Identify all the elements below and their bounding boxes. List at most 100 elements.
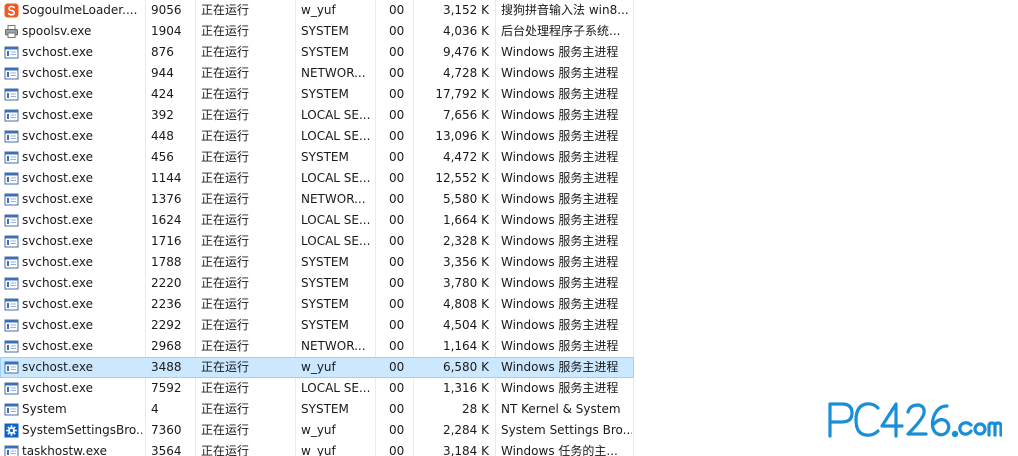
process-cpu: 00	[389, 255, 405, 269]
process-cpu: 00	[389, 150, 405, 164]
process-name: svchost.exe	[22, 255, 93, 269]
process-pid: 1788	[151, 255, 182, 269]
process-status: 正在运行	[201, 150, 250, 164]
process-table: SogouImeLoader.... 9056 正在运行 w_yuf 00 3,152 K…	[0, 0, 634, 456]
process-description: Windows 服务主进程	[501, 45, 619, 59]
process-pid: 7592	[151, 381, 182, 395]
table-row[interactable]: svchost.exe 3488 正在运行 w_yuf 00 6,580 K Windows…	[0, 357, 634, 378]
table-row[interactable]: svchost.exe 1788 正在运行 SYSTEM 00 3,356 K Window…	[0, 252, 634, 273]
table-row[interactable]: svchost.exe 2220 正在运行 SYSTEM 00 3,780 K Window…	[0, 273, 634, 294]
process-user: LOCAL SE...	[301, 129, 371, 143]
process-user: LOCAL SE...	[301, 171, 371, 185]
process-description: Windows 服务主进程	[501, 276, 619, 290]
service-window-icon	[4, 108, 19, 123]
table-row[interactable]: svchost.exe 448 正在运行 LOCAL SE... 00 13,096 K W…	[0, 126, 634, 147]
process-user: SYSTEM	[301, 402, 349, 416]
table-row[interactable]: SogouImeLoader.... 9056 正在运行 w_yuf 00 3,152 K…	[0, 0, 634, 21]
process-pid: 1624	[151, 213, 182, 227]
service-window-icon	[4, 45, 19, 60]
process-description: Windows 任务的主...	[501, 444, 618, 456]
process-pid: 7360	[151, 423, 182, 437]
process-cpu: 00	[389, 213, 405, 227]
table-row[interactable]: svchost.exe 392 正在运行 LOCAL SE... 00 7,656 K Wi…	[0, 105, 634, 126]
process-memory: 3,152 K	[442, 3, 489, 17]
process-description: Windows 服务主进程	[501, 150, 619, 164]
process-user: w_yuf	[301, 423, 336, 437]
table-row[interactable]: taskhostw.exe 3564 正在运行 w_yuf 00 3,184 K Windo…	[0, 441, 634, 456]
process-status: 正在运行	[201, 108, 250, 122]
process-user: w_yuf	[301, 360, 336, 374]
process-status: 正在运行	[201, 360, 250, 374]
process-pid: 1376	[151, 192, 182, 206]
process-name: svchost.exe	[22, 318, 93, 332]
table-row[interactable]: svchost.exe 7592 正在运行 LOCAL SE... 00 1,316 K W…	[0, 378, 634, 399]
process-user: SYSTEM	[301, 297, 349, 311]
process-pid: 3488	[151, 360, 182, 374]
table-row[interactable]: svchost.exe 2968 正在运行 NETWOR... 00 1,164 K Win…	[0, 336, 634, 357]
process-user: SYSTEM	[301, 45, 349, 59]
process-status: 正在运行	[201, 444, 250, 456]
process-name: svchost.exe	[22, 87, 93, 101]
printer-icon	[4, 24, 19, 39]
process-pid: 392	[151, 108, 174, 122]
table-row[interactable]: svchost.exe 456 正在运行 SYSTEM 00 4,472 K Windows…	[0, 147, 634, 168]
service-window-icon	[4, 444, 19, 456]
process-description: Windows 服务主进程	[501, 171, 619, 185]
process-cpu: 00	[389, 381, 405, 395]
table-row[interactable]: spoolsv.exe 1904 正在运行 SYSTEM 00 4,036 K 后台处理程序…	[0, 21, 634, 42]
sogou-ime-icon	[4, 3, 19, 18]
process-status: 正在运行	[201, 297, 250, 311]
process-cpu: 00	[389, 297, 405, 311]
process-name: svchost.exe	[22, 213, 93, 227]
service-window-icon	[4, 66, 19, 81]
service-window-icon	[4, 297, 19, 312]
process-pid: 448	[151, 129, 174, 143]
process-user: LOCAL SE...	[301, 381, 371, 395]
table-row[interactable]: svchost.exe 944 正在运行 NETWOR... 00 4,728 K Wind…	[0, 63, 634, 84]
process-memory: 4,036 K	[442, 24, 489, 38]
process-description: Windows 服务主进程	[501, 339, 619, 353]
table-row[interactable]: svchost.exe 876 正在运行 SYSTEM 00 9,476 K Windows…	[0, 42, 634, 63]
table-row[interactable]: System 4 正在运行 SYSTEM 00 28 K NT Kernel & Syste…	[0, 399, 634, 420]
process-status: 正在运行	[201, 171, 250, 185]
process-description: Windows 服务主进程	[501, 297, 619, 311]
process-name: SystemSettingsBro...	[22, 423, 142, 437]
service-window-icon	[4, 213, 19, 228]
service-window-icon	[4, 360, 19, 375]
table-row[interactable]: svchost.exe 424 正在运行 SYSTEM 00 17,792 K Window…	[0, 84, 634, 105]
task-manager-details: SogouImeLoader.... 9056 正在运行 w_yuf 00 3,152 K…	[0, 0, 1018, 456]
table-row[interactable]: svchost.exe 1376 正在运行 NETWOR... 00 5,580 K Win…	[0, 189, 634, 210]
process-name: svchost.exe	[22, 129, 93, 143]
process-cpu: 00	[389, 171, 405, 185]
table-row[interactable]: svchost.exe 1716 正在运行 LOCAL SE... 00 2,328 K W…	[0, 231, 634, 252]
process-status: 正在运行	[201, 381, 250, 395]
process-description: Windows 服务主进程	[501, 213, 619, 227]
process-status: 正在运行	[201, 24, 250, 38]
process-status: 正在运行	[201, 276, 250, 290]
service-window-icon	[4, 150, 19, 165]
process-cpu: 00	[389, 276, 405, 290]
process-description: NT Kernel & System	[501, 402, 621, 416]
table-row[interactable]: svchost.exe 1624 正在运行 LOCAL SE... 00 1,664 K W…	[0, 210, 634, 231]
table-row[interactable]: SystemSettingsBro... 7360 正在运行 w_yuf 00 2,284…	[0, 420, 634, 441]
table-row[interactable]: svchost.exe 1144 正在运行 LOCAL SE... 00 12,552 K…	[0, 168, 634, 189]
process-name: taskhostw.exe	[22, 444, 107, 456]
process-cpu: 00	[389, 339, 405, 353]
process-description: Windows 服务主进程	[501, 255, 619, 269]
process-memory: 3,780 K	[442, 276, 489, 290]
process-description: Windows 服务主进程	[501, 129, 619, 143]
process-pid: 1144	[151, 171, 182, 185]
process-name: svchost.exe	[22, 66, 93, 80]
table-row[interactable]: svchost.exe 2236 正在运行 SYSTEM 00 4,808 K Window…	[0, 294, 634, 315]
process-memory: 4,472 K	[442, 150, 489, 164]
service-window-icon	[4, 255, 19, 270]
process-pid: 1716	[151, 234, 182, 248]
process-status: 正在运行	[201, 3, 250, 17]
process-user: LOCAL SE...	[301, 213, 371, 227]
service-window-icon	[4, 402, 19, 417]
table-row[interactable]: svchost.exe 2292 正在运行 SYSTEM 00 4,504 K Window…	[0, 315, 634, 336]
process-cpu: 00	[389, 3, 405, 17]
service-window-icon	[4, 87, 19, 102]
process-description: Windows 服务主进程	[501, 360, 619, 374]
process-user: SYSTEM	[301, 318, 349, 332]
